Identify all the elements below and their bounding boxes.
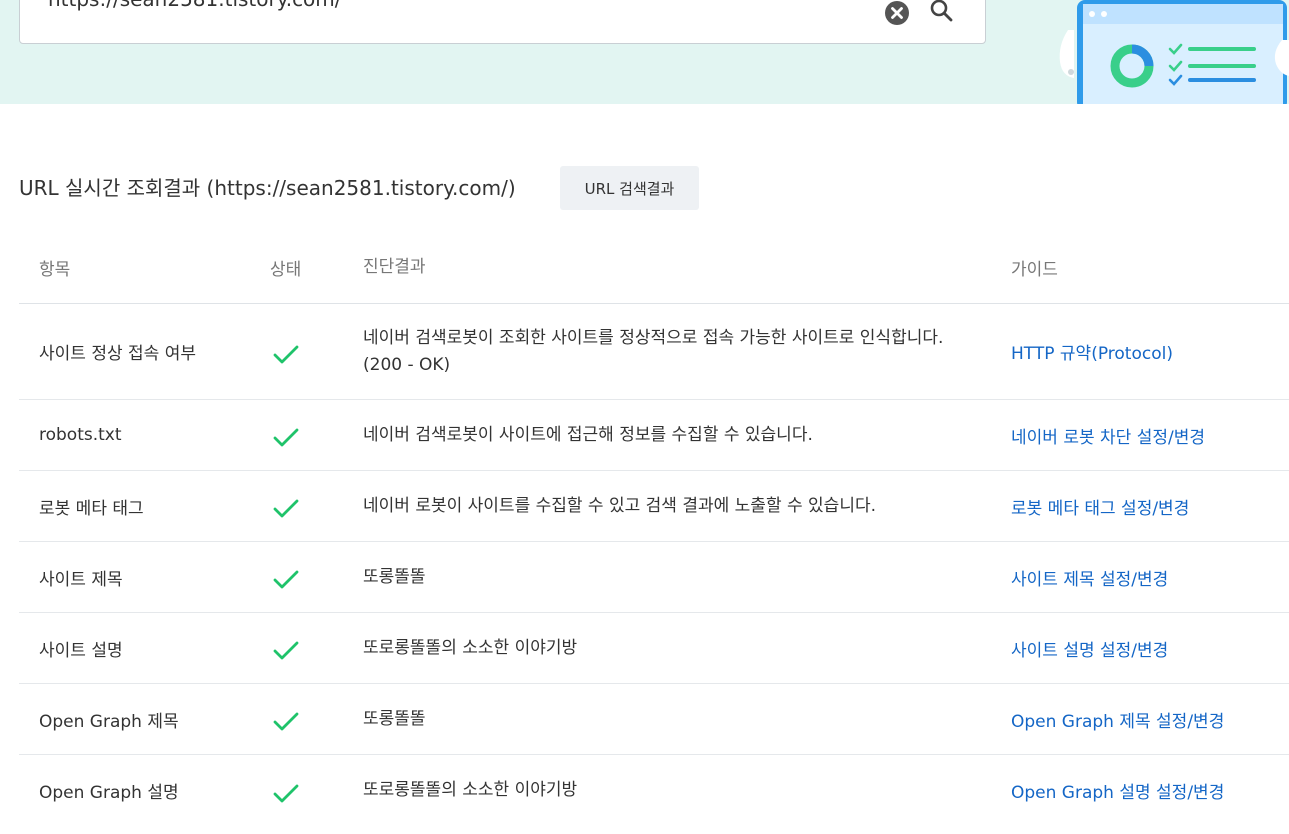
row-result: 또로롱똘똘의 소소한 이야기방 — [363, 637, 578, 658]
clear-icon[interactable] — [884, 0, 910, 26]
status-check — [270, 755, 350, 826]
header-status: 상태 — [270, 260, 302, 280]
header-item: 항목 — [39, 260, 71, 280]
check-icon — [273, 345, 299, 363]
row-result: 또롱똘똘 — [363, 566, 426, 587]
check-icon — [273, 712, 299, 731]
row-item: robots.txt — [39, 425, 122, 445]
row-item: Open Graph 설명 — [39, 783, 179, 803]
url-input-value[interactable]: https://sean2581.tistory.com/ — [48, 0, 342, 13]
header-guide: 가이드 — [1011, 260, 1058, 280]
table-row: 사이트 정상 접속 여부 네이버 검색로봇이 조회한 사이트를 정상적으로 접속… — [19, 304, 1289, 400]
table-row: Open Graph 설명 또로롱똘똘의 소소한 이야기방 Open Graph… — [19, 755, 1289, 826]
row-guide: Open Graph 제목 설정/변경 — [1011, 684, 1289, 754]
row-result: 네이버 로봇이 사이트를 수집할 수 있고 검색 결과에 노출할 수 있습니다. — [363, 495, 877, 516]
row-item: 로봇 메타 태그 — [39, 498, 144, 519]
row-result-line2: (200 - OK) — [363, 354, 451, 375]
row-guide: Open Graph 설명 설정/변경 — [1011, 755, 1289, 826]
table-row: 사이트 제목 또롱똘똘 사이트 제목 설정/변경 — [19, 542, 1289, 613]
check-icon — [273, 570, 299, 589]
status-check — [270, 684, 350, 754]
status-check — [270, 471, 350, 541]
url-search-box[interactable]: https://sean2581.tistory.com/ — [19, 0, 986, 44]
search-header-band: https://sean2581.tistory.com/ — [0, 0, 1289, 112]
report-illustration — [1050, 0, 1289, 112]
url-search-result-button[interactable]: URL 검색결과 — [560, 166, 699, 210]
search-icon[interactable] — [928, 0, 956, 25]
row-guide: 사이트 제목 설정/변경 — [1011, 542, 1289, 612]
row-guide: HTTP 규약(Protocol) — [1011, 304, 1289, 399]
diagnosis-table: 항목 상태 진단결과 가이드 사이트 정상 접속 여부 네이버 검색로봇이 조회… — [19, 232, 1289, 826]
row-result-line1: 네이버 검색로봇이 조회한 사이트를 정상적으로 접속 가능한 사이트로 인식합… — [363, 327, 944, 348]
row-item: 사이트 설명 — [39, 640, 123, 661]
table-row: robots.txt 네이버 검색로봇이 사이트에 접근해 정보를 수집할 수 … — [19, 400, 1289, 471]
check-icon — [273, 784, 299, 802]
guide-link[interactable]: 로봇 메타 태그 설정/변경 — [1011, 494, 1189, 519]
guide-link[interactable]: HTTP 규약(Protocol) — [1011, 339, 1173, 364]
row-item: 사이트 정상 접속 여부 — [39, 344, 196, 364]
check-icon — [273, 428, 299, 447]
row-guide: 사이트 설명 설정/변경 — [1011, 613, 1289, 683]
status-check — [270, 613, 350, 683]
guide-link[interactable]: 네이버 로봇 차단 설정/변경 — [1011, 423, 1205, 448]
row-result: 또롱똘똘 — [363, 708, 426, 729]
table-row: 로봇 메타 태그 네이버 로봇이 사이트를 수집할 수 있고 검색 결과에 노출… — [19, 471, 1289, 542]
status-check — [270, 304, 350, 399]
guide-link[interactable]: Open Graph 설명 설정/변경 — [1011, 778, 1224, 803]
row-guide: 네이버 로봇 차단 설정/변경 — [1011, 400, 1289, 470]
status-check — [270, 542, 350, 612]
row-result: 또로롱똘똘의 소소한 이야기방 — [363, 780, 578, 800]
header-result: 진단결과 — [363, 257, 426, 277]
status-check — [270, 400, 350, 470]
check-icon — [273, 499, 299, 518]
row-result: 네이버 검색로봇이 조회한 사이트를 정상적으로 접속 가능한 사이트로 인식합… — [363, 304, 983, 399]
table-row: Open Graph 제목 또롱똘똘 Open Graph 제목 설정/변경 — [19, 684, 1289, 755]
guide-link[interactable]: Open Graph 제목 설정/변경 — [1011, 707, 1224, 732]
table-header-row: 항목 상태 진단결과 가이드 — [19, 232, 1289, 304]
table-row: 사이트 설명 또로롱똘똘의 소소한 이야기방 사이트 설명 설정/변경 — [19, 613, 1289, 684]
guide-link[interactable]: 사이트 설명 설정/변경 — [1011, 636, 1168, 661]
row-result: 네이버 검색로봇이 사이트에 접근해 정보를 수집할 수 있습니다. — [363, 424, 813, 445]
check-icon — [273, 641, 299, 660]
row-item: Open Graph 제목 — [39, 711, 179, 732]
row-item: 사이트 제목 — [39, 569, 123, 590]
row-guide: 로봇 메타 태그 설정/변경 — [1011, 471, 1289, 541]
guide-link[interactable]: 사이트 제목 설정/변경 — [1011, 565, 1168, 590]
result-title: URL 실시간 조회결과 (https://sean2581.tistory.c… — [19, 176, 516, 200]
